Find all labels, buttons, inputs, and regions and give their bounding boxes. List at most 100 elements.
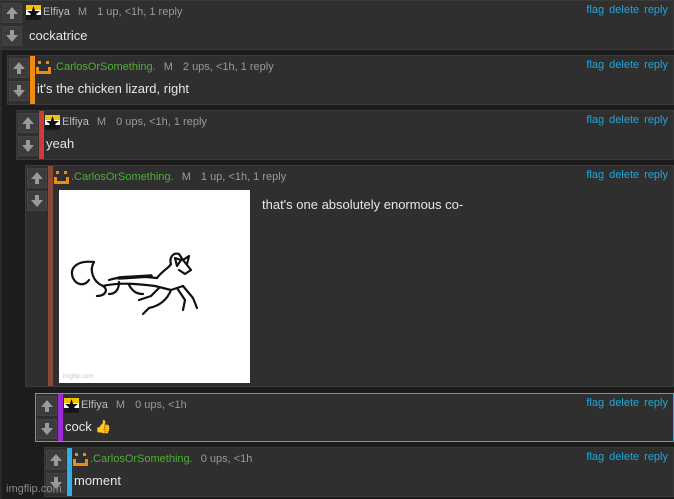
downvote-button[interactable]	[27, 191, 47, 211]
comment-header: .CarlosOrSomething. 0 ups, <1h flag dele…	[73, 451, 673, 467]
comment: .CarlosOrSomething. 0 ups, <1h flag dele…	[44, 447, 674, 497]
username-link[interactable]: .CarlosOrSomething.	[71, 171, 174, 183]
comment-text: yeah	[46, 136, 75, 151]
delete-link[interactable]: delete	[609, 397, 639, 409]
upvote-button[interactable]	[9, 58, 29, 78]
image-caption: imgflip.com	[63, 374, 94, 380]
comment-meta: 0 ups, <1h, 1 reply	[116, 116, 207, 128]
comment-text: that's one absolutely enormous co-	[262, 197, 464, 212]
upvote-button[interactable]	[18, 113, 38, 133]
comment-image[interactable]: imgflip.com	[59, 190, 250, 383]
delete-link[interactable]: delete	[609, 451, 639, 463]
comment: Elfiya M 0 ups, <1h, 1 reply flag delete…	[16, 110, 674, 160]
comment: .CarlosOrSomething. M 2 ups, <1h, 1 repl…	[7, 55, 674, 105]
flag-link[interactable]: flag	[586, 114, 604, 126]
downvote-button[interactable]	[18, 136, 38, 156]
orange-smiley-icon[interactable]	[36, 60, 51, 75]
arrow-down-icon	[6, 30, 18, 42]
delete-link[interactable]: delete	[609, 4, 639, 16]
thread-depth-bar	[39, 111, 44, 159]
downvote-button[interactable]	[9, 81, 29, 101]
comment-text: it's the chicken lizard, right	[37, 81, 190, 96]
arrow-up-icon	[41, 400, 53, 412]
mod-badge: M	[96, 116, 107, 128]
orange-smiley-icon[interactable]	[54, 170, 69, 185]
mod-badge: M	[77, 6, 88, 18]
arrow-up-icon	[22, 117, 34, 129]
comment-meta: 0 ups, <1h	[200, 453, 253, 465]
comment-actions: flag delete reply	[586, 451, 668, 463]
reply-link[interactable]: reply	[644, 59, 668, 71]
arrow-down-icon	[22, 140, 34, 152]
comment-header: Elfiya M 0 ups, <1h flag delete reply	[64, 397, 673, 413]
comment-actions: flag delete reply	[586, 397, 668, 409]
reply-link[interactable]: reply	[644, 397, 668, 409]
thread-depth-bar	[48, 166, 53, 386]
comment-meta: 0 ups, <1h	[135, 399, 187, 411]
flag-link[interactable]: flag	[586, 169, 604, 181]
flag-link[interactable]: flag	[586, 397, 604, 409]
arrow-down-icon	[41, 423, 53, 435]
reply-link[interactable]: reply	[644, 4, 668, 16]
username-link[interactable]: .CarlosOrSomething.	[90, 453, 193, 465]
arrow-up-icon	[50, 454, 62, 466]
comment-text: cockatrice	[29, 28, 88, 43]
flag-link[interactable]: flag	[586, 451, 604, 463]
comment-header: Elfiya M 1 up, <1h, 1 reply flag delete …	[26, 4, 673, 20]
comment-actions: flag delete reply	[586, 169, 668, 181]
upvote-button[interactable]	[46, 450, 66, 470]
comment: Elfiya M 1 up, <1h, 1 reply flag delete …	[0, 0, 674, 50]
upvote-button[interactable]	[2, 3, 22, 23]
delete-link[interactable]: delete	[609, 59, 639, 71]
thread-depth-bar	[58, 394, 63, 441]
vote-column	[1, 1, 23, 49]
arrow-up-icon	[6, 7, 18, 19]
comment-thread: Elfiya M 1 up, <1h, 1 reply flag delete …	[0, 0, 674, 499]
comment-header: .CarlosOrSomething. M 2 ups, <1h, 1 repl…	[36, 59, 673, 75]
downvote-button[interactable]	[37, 419, 57, 439]
flag-link[interactable]: flag	[586, 59, 604, 71]
comment-header: .CarlosOrSomething. M 1 up, <1h, 1 reply…	[54, 169, 673, 185]
star-flag-icon[interactable]	[45, 114, 60, 130]
mod-badge: M	[163, 61, 173, 73]
upvote-button[interactable]	[37, 396, 57, 416]
comment-actions: flag delete reply	[586, 4, 668, 16]
comment-header: Elfiya M 0 ups, <1h, 1 reply flag delete…	[45, 114, 673, 130]
vote-column	[8, 56, 30, 104]
username-link[interactable]: Elfiya	[81, 399, 108, 411]
reply-link[interactable]: reply	[644, 451, 668, 463]
reply-link[interactable]: reply	[644, 114, 668, 126]
delete-link[interactable]: delete	[609, 114, 639, 126]
vote-column	[26, 166, 48, 386]
star-flag-icon[interactable]	[64, 397, 79, 413]
thread-depth-bar	[30, 56, 35, 104]
comment: Elfiya M 0 ups, <1h flag delete reply co…	[35, 393, 674, 442]
upvote-button[interactable]	[27, 168, 47, 188]
chicken-lizard-drawing	[70, 252, 199, 316]
star-flag-icon[interactable]	[26, 4, 41, 20]
thread-depth-bar	[67, 448, 72, 496]
comment-text: cock 👍	[65, 419, 112, 434]
vote-column	[36, 394, 58, 441]
arrow-up-icon	[31, 172, 43, 184]
orange-smiley-icon[interactable]	[73, 452, 88, 467]
reply-link[interactable]: reply	[644, 169, 668, 181]
flag-link[interactable]: flag	[586, 4, 604, 16]
arrow-up-icon	[13, 62, 25, 74]
mod-badge: M	[115, 399, 126, 411]
comment-actions: flag delete reply	[586, 114, 668, 126]
comment-meta: 1 up, <1h, 1 reply	[200, 171, 287, 183]
page-edge	[0, 0, 2, 499]
comment: .CarlosOrSomething. M 1 up, <1h, 1 reply…	[25, 165, 674, 387]
comment-actions: flag delete reply	[586, 59, 668, 71]
username-link[interactable]: Elfiya	[43, 6, 70, 18]
username-link[interactable]: .CarlosOrSomething.	[53, 61, 156, 73]
downvote-button[interactable]	[2, 26, 22, 46]
comment-meta: 2 ups, <1h, 1 reply	[182, 61, 274, 73]
comment-meta: 1 up, <1h, 1 reply	[97, 6, 183, 18]
username-link[interactable]: Elfiya	[62, 116, 89, 128]
comment-text: moment	[74, 473, 121, 488]
delete-link[interactable]: delete	[609, 169, 639, 181]
vote-column	[17, 111, 39, 159]
imgflip-watermark: imgflip.com	[6, 483, 62, 495]
